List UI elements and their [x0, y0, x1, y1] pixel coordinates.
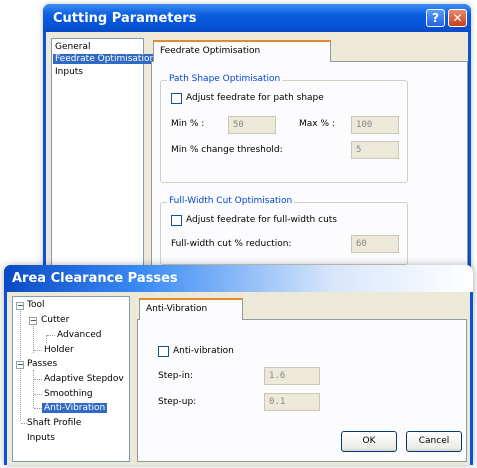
close-x-icon[interactable]: ✕: [448, 9, 467, 27]
path-shape-group: Path Shape Optimisation Adjust feedrate …: [160, 74, 408, 183]
area-clearance-window: Area Clearance Passes − Tool − Cutter Ad…: [4, 265, 473, 465]
help-question-icon[interactable]: ?: [426, 9, 445, 27]
full-width-checkbox[interactable]: [171, 215, 182, 226]
step-in-field[interactable]: 1.6: [264, 367, 320, 385]
full-width-legend: Full-Width Cut Optimisation: [167, 196, 295, 206]
cutting-titlebar[interactable]: Cutting Parameters ? ✕: [43, 4, 471, 32]
cutting-title: Cutting Parameters: [53, 11, 197, 26]
path-shape-legend: Path Shape Optimisation: [167, 74, 283, 84]
tree-item-tool[interactable]: Tool: [27, 300, 44, 310]
tree-item-advanced[interactable]: Advanced: [57, 330, 101, 340]
reduction-label: Full-width cut % reduction:: [171, 239, 292, 249]
step-in-label: Step-in:: [158, 371, 193, 381]
tab-anti-vibration[interactable]: Anti-Vibration: [139, 298, 243, 320]
tree-item-passes[interactable]: Passes: [27, 359, 57, 369]
anti-vibration-checkbox-label: Anti-vibration: [173, 346, 234, 356]
anti-vibration-tab-page: Anti-vibration Step-in: 1.6 Step-up: 0.1…: [137, 319, 467, 462]
cutting-parameters-window: Cutting Parameters ? ✕ General Feedrate …: [43, 4, 471, 304]
tree-item-cutter[interactable]: Cutter: [41, 315, 69, 325]
nav-item-feedrate-optimisation[interactable]: Feedrate Optimisation: [53, 54, 158, 64]
full-width-checkbox-label: Adjust feedrate for full-width cuts: [186, 215, 337, 225]
full-width-group: Full-Width Cut Optimisation Adjust feedr…: [160, 196, 408, 265]
area-body: − Tool − Cutter Advanced Holder − Passes…: [7, 292, 470, 465]
cutting-nav-list: General Feedrate Optimisation Inputs: [51, 38, 158, 298]
reduction-field[interactable]: 60: [351, 235, 399, 253]
threshold-label: Min % change threshold:: [171, 145, 283, 155]
min-percent-field[interactable]: 50: [228, 116, 276, 134]
ok-button[interactable]: OK: [341, 431, 397, 452]
cutter-collapse-icon[interactable]: −: [29, 317, 37, 325]
path-shape-checkbox-label: Adjust feedrate for path shape: [186, 93, 324, 103]
area-titlebar[interactable]: Area Clearance Passes: [4, 265, 473, 292]
cancel-button[interactable]: Cancel: [406, 431, 462, 452]
min-percent-label: Min % :: [171, 119, 205, 129]
tree-item-anti-vibration[interactable]: Anti-Vibration: [42, 403, 108, 413]
area-title: Area Clearance Passes: [12, 271, 178, 286]
tree-item-adaptive-stepdown[interactable]: Adaptive Stepdov: [44, 374, 124, 384]
tree-item-inputs[interactable]: Inputs: [27, 433, 55, 443]
passes-collapse-icon[interactable]: −: [16, 361, 24, 369]
step-up-field[interactable]: 0.1: [264, 393, 320, 411]
tree-item-shaft-profile[interactable]: Shaft Profile: [27, 418, 81, 428]
max-percent-field[interactable]: 100: [351, 116, 399, 134]
nav-item-inputs[interactable]: Inputs: [55, 67, 83, 77]
area-tree: − Tool − Cutter Advanced Holder − Passes…: [12, 296, 130, 462]
max-percent-label: Max % :: [299, 119, 335, 129]
tree-item-smoothing[interactable]: Smoothing: [44, 389, 93, 399]
nav-item-general[interactable]: General: [55, 42, 90, 52]
cutting-body: General Feedrate Optimisation Inputs Fee…: [46, 32, 468, 304]
threshold-field[interactable]: 5: [351, 141, 399, 159]
tool-collapse-icon[interactable]: −: [16, 302, 24, 310]
tree-item-holder[interactable]: Holder: [44, 345, 74, 355]
path-shape-checkbox[interactable]: [171, 93, 182, 104]
anti-vibration-checkbox[interactable]: [158, 346, 169, 357]
tab-feedrate-optimisation[interactable]: Feedrate Optimisation: [153, 40, 331, 62]
step-up-label: Step-up:: [158, 397, 197, 407]
